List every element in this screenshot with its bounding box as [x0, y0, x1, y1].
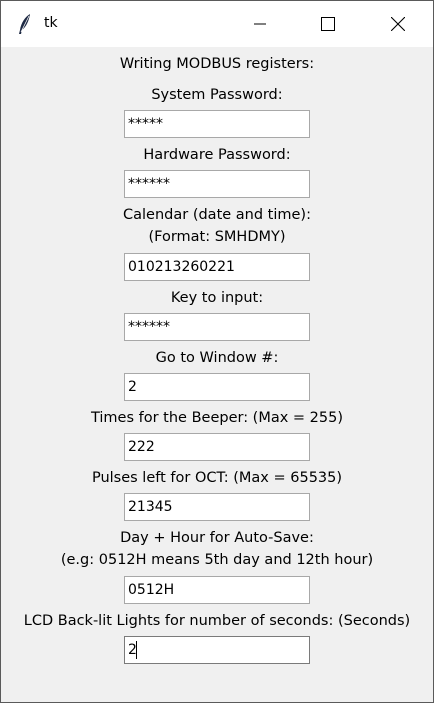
auto-save-label: Day + Hour for Auto-Save: [120, 530, 314, 546]
key-to-input-input[interactable] [124, 313, 310, 341]
text-cursor [136, 641, 137, 659]
calendar-label: Calendar (date and time): [123, 207, 311, 223]
go-to-window-label: Go to Window #: [155, 350, 279, 366]
hardware-password-input[interactable] [124, 170, 310, 198]
hardware-password-label: Hardware Password: [143, 147, 291, 163]
window-title: tk [44, 15, 58, 31]
minimize-button[interactable] [237, 1, 283, 47]
title-bar[interactable]: tk [1, 1, 433, 47]
system-password-input[interactable] [124, 110, 310, 138]
lcd-backlight-input[interactable] [124, 636, 310, 664]
key-to-input-label: Key to input: [170, 290, 264, 306]
oct-pulses-input[interactable] [124, 493, 310, 521]
tk-window: tk Writing MODBUS registers: System Pass… [0, 0, 434, 703]
lcd-backlight-label: LCD Back-lit Lights for number of second… [23, 613, 411, 629]
beeper-times-input[interactable] [124, 433, 310, 461]
beeper-times-label: Times for the Beeper: (Max = 255) [90, 410, 344, 426]
maximize-icon [321, 17, 335, 31]
auto-save-example-label: (e.g: 0512H means 5th day and 12th hour) [60, 552, 374, 568]
auto-save-input[interactable] [124, 576, 310, 604]
go-to-window-input[interactable] [124, 373, 310, 401]
form-heading: Writing MODBUS registers: [119, 56, 315, 72]
feather-icon [17, 13, 33, 35]
close-icon [391, 17, 405, 31]
system-password-label: System Password: [151, 87, 283, 103]
minimize-icon [254, 18, 266, 30]
maximize-button[interactable] [305, 1, 351, 47]
calendar-format-label: (Format: SMHDMY) [148, 229, 286, 245]
oct-pulses-label: Pulses left for OCT: (Max = 65535) [91, 470, 343, 486]
form-panel: Writing MODBUS registers: System Passwor… [1, 47, 433, 702]
close-button[interactable] [375, 1, 421, 47]
calendar-input[interactable] [124, 253, 310, 281]
